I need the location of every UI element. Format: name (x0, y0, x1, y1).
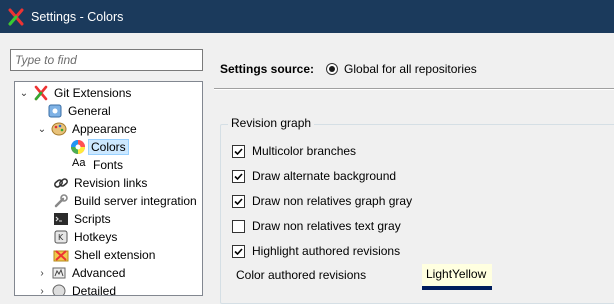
detailed-icon (52, 284, 66, 295)
tree-item-fonts[interactable]: Aa Fonts (72, 156, 123, 174)
checkmark-icon (234, 247, 243, 255)
checkbox-checked[interactable] (232, 244, 245, 258)
chevron-right-icon[interactable]: › (37, 286, 47, 296)
git-extensions-icon (8, 8, 24, 25)
tree-item-git-extensions[interactable]: ⌄ Git Extensions (19, 84, 131, 102)
appearance-icon (51, 122, 67, 136)
tree-item-label: Git Extensions (54, 86, 132, 100)
general-icon (48, 104, 62, 118)
search-placeholder: Type to find (15, 53, 77, 67)
radio-dot (329, 66, 336, 72)
tree-item-hotkeys[interactable]: K Hotkeys (53, 228, 117, 246)
tree-item-build-server-integration[interactable]: Build server integration (53, 192, 197, 210)
checkbox-label: Draw non relatives text gray (252, 219, 401, 233)
tree-item-colors[interactable]: Colors (70, 138, 129, 156)
color-authored-value: LightYellow (426, 267, 487, 281)
hotkeys-icon: K (54, 230, 68, 244)
tree-item-shell-extension[interactable]: Shell extension (53, 246, 155, 264)
git-extensions-icon (34, 85, 48, 101)
alternate-background-checkbox[interactable]: Draw alternate background (232, 167, 396, 185)
tree-item-label: Colors (88, 139, 129, 155)
fonts-icon: Aa (72, 157, 86, 169)
revision-graph-title: Revision graph (228, 116, 315, 130)
global-radio-button[interactable] (326, 63, 339, 75)
tree-item-label: Appearance (72, 122, 137, 136)
checkbox-label: Draw alternate background (252, 169, 397, 183)
tree-item-advanced[interactable]: › Advanced (37, 264, 125, 282)
colors-icon (71, 140, 85, 154)
non-relatives-text-gray-checkbox[interactable]: Draw non relatives text gray (232, 217, 401, 235)
checkmark-icon (234, 147, 243, 155)
tree-item-label: Shell extension (74, 248, 156, 262)
checkbox-label: Highlight authored revisions (252, 244, 401, 258)
tree-item-label: Advanced (72, 266, 126, 280)
checkbox-checked[interactable] (232, 169, 245, 183)
tree-item-appearance[interactable]: ⌄ Appearance (37, 120, 137, 138)
tree-item-label: Fonts (93, 158, 124, 172)
checkbox-label: Draw non relatives graph gray (252, 194, 413, 208)
checkbox-checked[interactable] (232, 144, 245, 158)
tree-item-revision-links[interactable]: Revision links (53, 174, 147, 192)
chevron-right-icon[interactable]: › (37, 268, 47, 279)
svg-text:K: K (58, 233, 64, 242)
advanced-icon (52, 267, 66, 279)
highlight-authored-checkbox[interactable]: Highlight authored revisions (232, 242, 400, 260)
settings-source-row: Settings source: Global for all reposito… (220, 60, 477, 78)
tree-item-label: Hotkeys (74, 230, 118, 244)
chevron-down-icon[interactable]: ⌄ (19, 88, 29, 99)
tree-item-label: Detailed (72, 284, 117, 296)
chevron-down-icon[interactable]: ⌄ (37, 124, 47, 135)
tree-item-scripts[interactable]: Scripts (53, 210, 111, 228)
checkbox-unchecked[interactable] (232, 219, 245, 233)
tree-item-label: Build server integration (74, 194, 197, 208)
search-input[interactable]: Type to find (10, 49, 203, 71)
checkmark-icon (234, 197, 243, 205)
build-server-icon (54, 194, 68, 208)
tree-item-label: Revision links (74, 176, 148, 190)
color-authored-row: Color authored revisions (236, 266, 366, 284)
link-icon (54, 178, 68, 188)
multicolor-branches-checkbox[interactable]: Multicolor branches (232, 142, 356, 160)
tree-item-detailed[interactable]: › Detailed (37, 282, 117, 296)
global-radio-label[interactable]: Global for all repositories (344, 62, 477, 76)
tree-item-general[interactable]: General (47, 102, 111, 120)
tree-item-label: Scripts (74, 212, 111, 226)
scripts-icon (54, 213, 68, 225)
checkbox-checked[interactable] (232, 194, 245, 208)
checkmark-icon (234, 172, 243, 180)
color-authored-picker[interactable]: LightYellow (422, 264, 492, 290)
settings-source-label: Settings source: (220, 62, 315, 76)
settings-tree[interactable]: ⌄ Git Extensions General ⌄ Appearance Co… (14, 81, 203, 296)
tree-item-label: General (68, 104, 111, 118)
title-bar: Settings - Colors (0, 0, 614, 33)
window-title: Settings - Colors (31, 9, 124, 24)
color-authored-label: Color authored revisions (236, 268, 367, 282)
shell-extension-icon (53, 250, 69, 262)
checkbox-label: Multicolor branches (252, 144, 357, 158)
separator (214, 88, 614, 90)
non-relatives-graph-gray-checkbox[interactable]: Draw non relatives graph gray (232, 192, 412, 210)
